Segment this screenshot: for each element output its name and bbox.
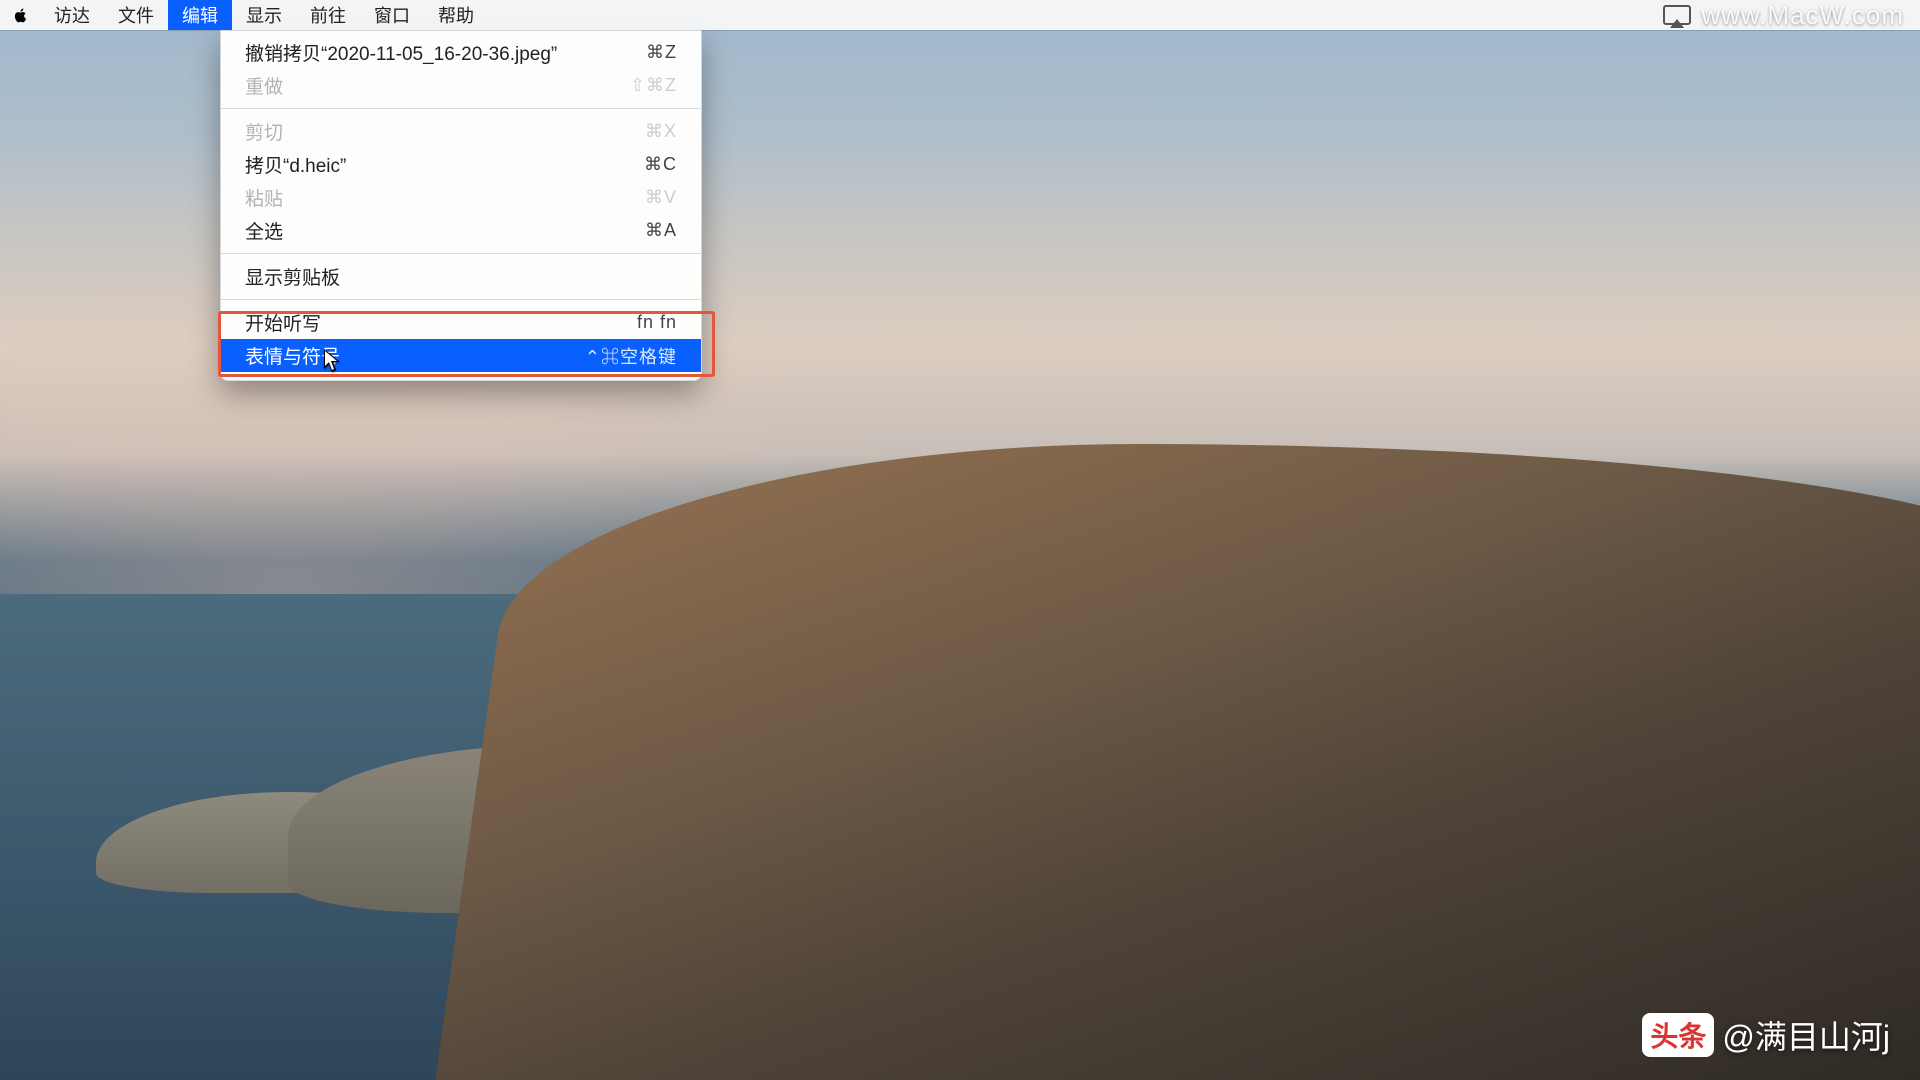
airplay-icon[interactable]	[1663, 5, 1691, 25]
menu-item-label: 表情与符号	[245, 342, 340, 369]
edit-menu-dropdown: 撤销拷贝“2020-11-05_16-20-36.jpeg” ⌘Z 重做 ⇧⌘Z 剪切 ⌘…	[220, 30, 702, 381]
wallpaper-mountains	[0, 410, 1920, 1080]
source-credit: 头条 @满目山河j	[1642, 1012, 1890, 1058]
menubar-item-编辑[interactable]: 编辑	[168, 0, 232, 30]
menu-item-开始听写[interactable]: 开始听写 fn fn	[221, 306, 701, 339]
menu-item-shortcut: fn fn	[637, 312, 677, 333]
menu-item-shortcut: ⌘C	[644, 154, 677, 175]
menubar: 访达文件编辑显示前往窗口帮助 www.MacW.com	[0, 0, 1920, 30]
menu-item-label: 全选	[245, 217, 283, 244]
menu-separator	[221, 253, 701, 254]
menu-item-label: 重做	[245, 72, 283, 99]
menu-item-拷贝“d.heic”[interactable]: 拷贝“d.heic” ⌘C	[221, 148, 701, 181]
menubar-item-窗口[interactable]: 窗口	[360, 0, 424, 30]
menubar-item-文件[interactable]: 文件	[104, 0, 168, 30]
menu-item-shortcut: ⇧⌘Z	[630, 75, 677, 96]
menu-item-剪切: 剪切 ⌘X	[221, 115, 701, 148]
menu-item-label: 拷贝“d.heic”	[245, 151, 346, 178]
menubar-item-访达[interactable]: 访达	[40, 0, 104, 30]
menu-item-表情与符号[interactable]: 表情与符号 ⌃⌘空格键	[221, 339, 701, 372]
menu-item-shortcut: ⌘Z	[646, 42, 677, 63]
apple-menu-icon[interactable]	[10, 7, 32, 23]
menu-item-label: 剪切	[245, 118, 283, 145]
toutiao-logo: 头条	[1642, 1013, 1714, 1057]
menu-item-shortcut: ⌘X	[645, 121, 677, 142]
menu-separator	[221, 299, 701, 300]
menu-item-label: 粘贴	[245, 184, 283, 211]
menu-item-shortcut: ⌃⌘空格键	[585, 343, 677, 369]
menubar-item-帮助[interactable]: 帮助	[424, 0, 488, 30]
author-handle: @满目山河j	[1722, 1012, 1890, 1058]
menu-item-粘贴: 粘贴 ⌘V	[221, 181, 701, 214]
menu-item-撤销拷贝“2020-11-05_16-20-36.jpeg”[interactable]: 撤销拷贝“2020-11-05_16-20-36.jpeg” ⌘Z	[221, 36, 701, 69]
menu-item-label: 显示剪贴板	[245, 263, 340, 290]
menu-separator	[221, 108, 701, 109]
menu-item-label: 开始听写	[245, 309, 321, 336]
menu-item-显示剪贴板[interactable]: 显示剪贴板	[221, 260, 701, 293]
menu-item-shortcut: ⌘A	[645, 220, 677, 241]
menu-item-重做: 重做 ⇧⌘Z	[221, 69, 701, 102]
watermark-text: www.MacW.com	[1701, 0, 1904, 31]
menu-item-shortcut: ⌘V	[645, 187, 677, 208]
menubar-item-显示[interactable]: 显示	[232, 0, 296, 30]
menu-item-全选[interactable]: 全选 ⌘A	[221, 214, 701, 247]
menubar-item-前往[interactable]: 前往	[296, 0, 360, 30]
menu-item-label: 撤销拷贝“2020-11-05_16-20-36.jpeg”	[245, 39, 557, 66]
